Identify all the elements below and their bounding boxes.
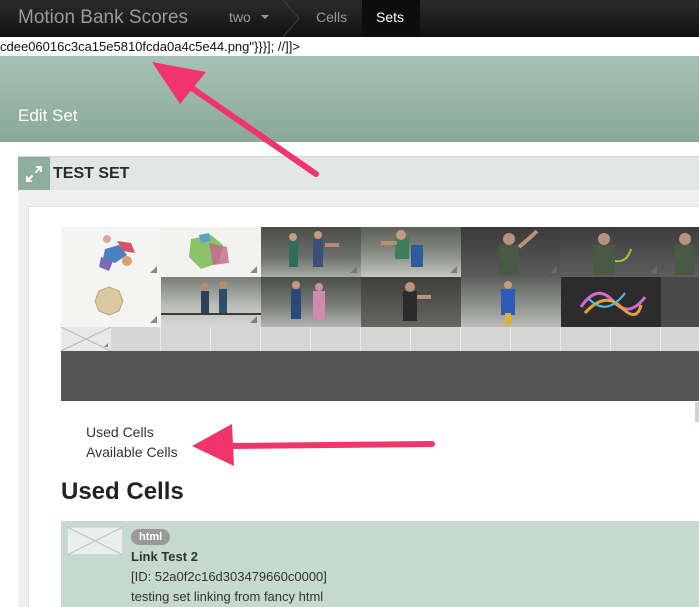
empty-slot[interactable] [661, 327, 699, 351]
used-cell-card[interactable]: html Link Test 2 [ID: 52a0f2c16d30347966… [61, 521, 699, 607]
brand-link[interactable]: Motion Bank Scores [18, 7, 188, 29]
empty-slot[interactable] [461, 327, 511, 351]
cell-thumbnail[interactable] [561, 277, 661, 327]
empty-slot[interactable] [111, 327, 161, 351]
expand-button[interactable] [18, 157, 50, 191]
expand-arrows-icon [26, 166, 42, 182]
sketch-shapes-image [99, 235, 135, 271]
video-still-image [675, 233, 695, 275]
video-still-image [381, 230, 423, 267]
empty-slot[interactable] [211, 327, 261, 351]
cell-thumbnail[interactable] [361, 227, 461, 277]
cell-thumbnail[interactable] [461, 277, 561, 327]
empty-slot[interactable] [561, 327, 611, 351]
video-still-image [593, 233, 632, 275]
cell-thumbnail[interactable] [461, 227, 561, 277]
cell-thumbnail[interactable] [361, 277, 461, 327]
placeholder-image-icon [67, 527, 123, 555]
cell-id: [ID: 52a0f2c16d303479660c0000] [131, 569, 327, 584]
video-still-image [499, 229, 539, 275]
cell-title[interactable]: Link Test 2 [131, 549, 198, 564]
placeholder-image-icon [60, 326, 112, 352]
leaked-code-text: cdee06016c3ca15e5810fcda0a4c5e44.png"}}}… [0, 39, 300, 54]
scrollbar-thumb[interactable] [695, 402, 699, 422]
score-dropdown[interactable]: two [218, 0, 280, 37]
video-still-image [501, 281, 515, 325]
video-still-image [161, 281, 261, 315]
cell-thumbnail[interactable] [161, 277, 261, 327]
empty-slot[interactable] [311, 327, 361, 351]
cell-thumbnail[interactable] [661, 277, 699, 327]
empty-slot-row [60, 326, 699, 352]
cell-type-badge: html [131, 529, 171, 545]
resize-handle-icon[interactable] [150, 266, 157, 273]
cell-thumbnail[interactable] [261, 277, 361, 327]
page-header: Edit Set [0, 56, 699, 142]
resize-handle-icon[interactable] [650, 266, 657, 273]
resize-handle-icon[interactable] [150, 316, 157, 323]
breadcrumb-divider-icon [282, 0, 300, 37]
set-title: TEST SET [53, 165, 130, 182]
video-still-image [289, 231, 339, 267]
available-cells-link[interactable]: Available Cells [86, 444, 178, 460]
cell-thumbnail[interactable] [261, 227, 361, 277]
used-cells-link[interactable]: Used Cells [86, 424, 154, 440]
empty-slot[interactable] [261, 327, 311, 351]
sketch-shapes-image [189, 233, 229, 269]
cell-thumbnail[interactable] [561, 227, 661, 277]
resize-handle-icon[interactable] [250, 266, 257, 273]
sketch-shapes-image [94, 286, 124, 316]
set-panel-header: TEST SET [18, 156, 699, 191]
video-still-image [403, 282, 431, 321]
empty-cell-placeholder[interactable] [60, 326, 112, 352]
cell-thumbnail[interactable] [61, 227, 161, 277]
top-navbar: Motion Bank Scores two Cells Sets [0, 0, 699, 37]
empty-slot[interactable] [361, 327, 411, 351]
used-cells-heading: Used Cells [61, 478, 184, 505]
video-still-image [579, 291, 647, 316]
empty-slot[interactable] [411, 327, 461, 351]
cell-thumbnail[interactable] [161, 227, 261, 277]
empty-slot[interactable] [511, 327, 561, 351]
timeline-track[interactable] [61, 351, 699, 401]
resize-handle-icon[interactable] [550, 266, 557, 273]
resize-handle-icon[interactable] [250, 316, 257, 323]
cell-thumbnail[interactable] [661, 227, 699, 277]
cell-thumbnail[interactable] [61, 277, 161, 327]
video-still-image [291, 281, 325, 321]
nav-item-sets[interactable]: Sets [362, 0, 420, 37]
empty-slot[interactable] [161, 327, 211, 351]
resize-handle-icon[interactable] [350, 266, 357, 273]
score-dropdown-label: two [229, 9, 251, 25]
empty-slot[interactable] [611, 327, 661, 351]
chevron-down-icon [261, 15, 269, 19]
cell-description: testing set linking from fancy html [131, 589, 324, 604]
nav-item-cells[interactable]: Cells [300, 0, 360, 37]
resize-handle-icon[interactable] [450, 266, 457, 273]
page-title: Edit Set [18, 106, 78, 125]
